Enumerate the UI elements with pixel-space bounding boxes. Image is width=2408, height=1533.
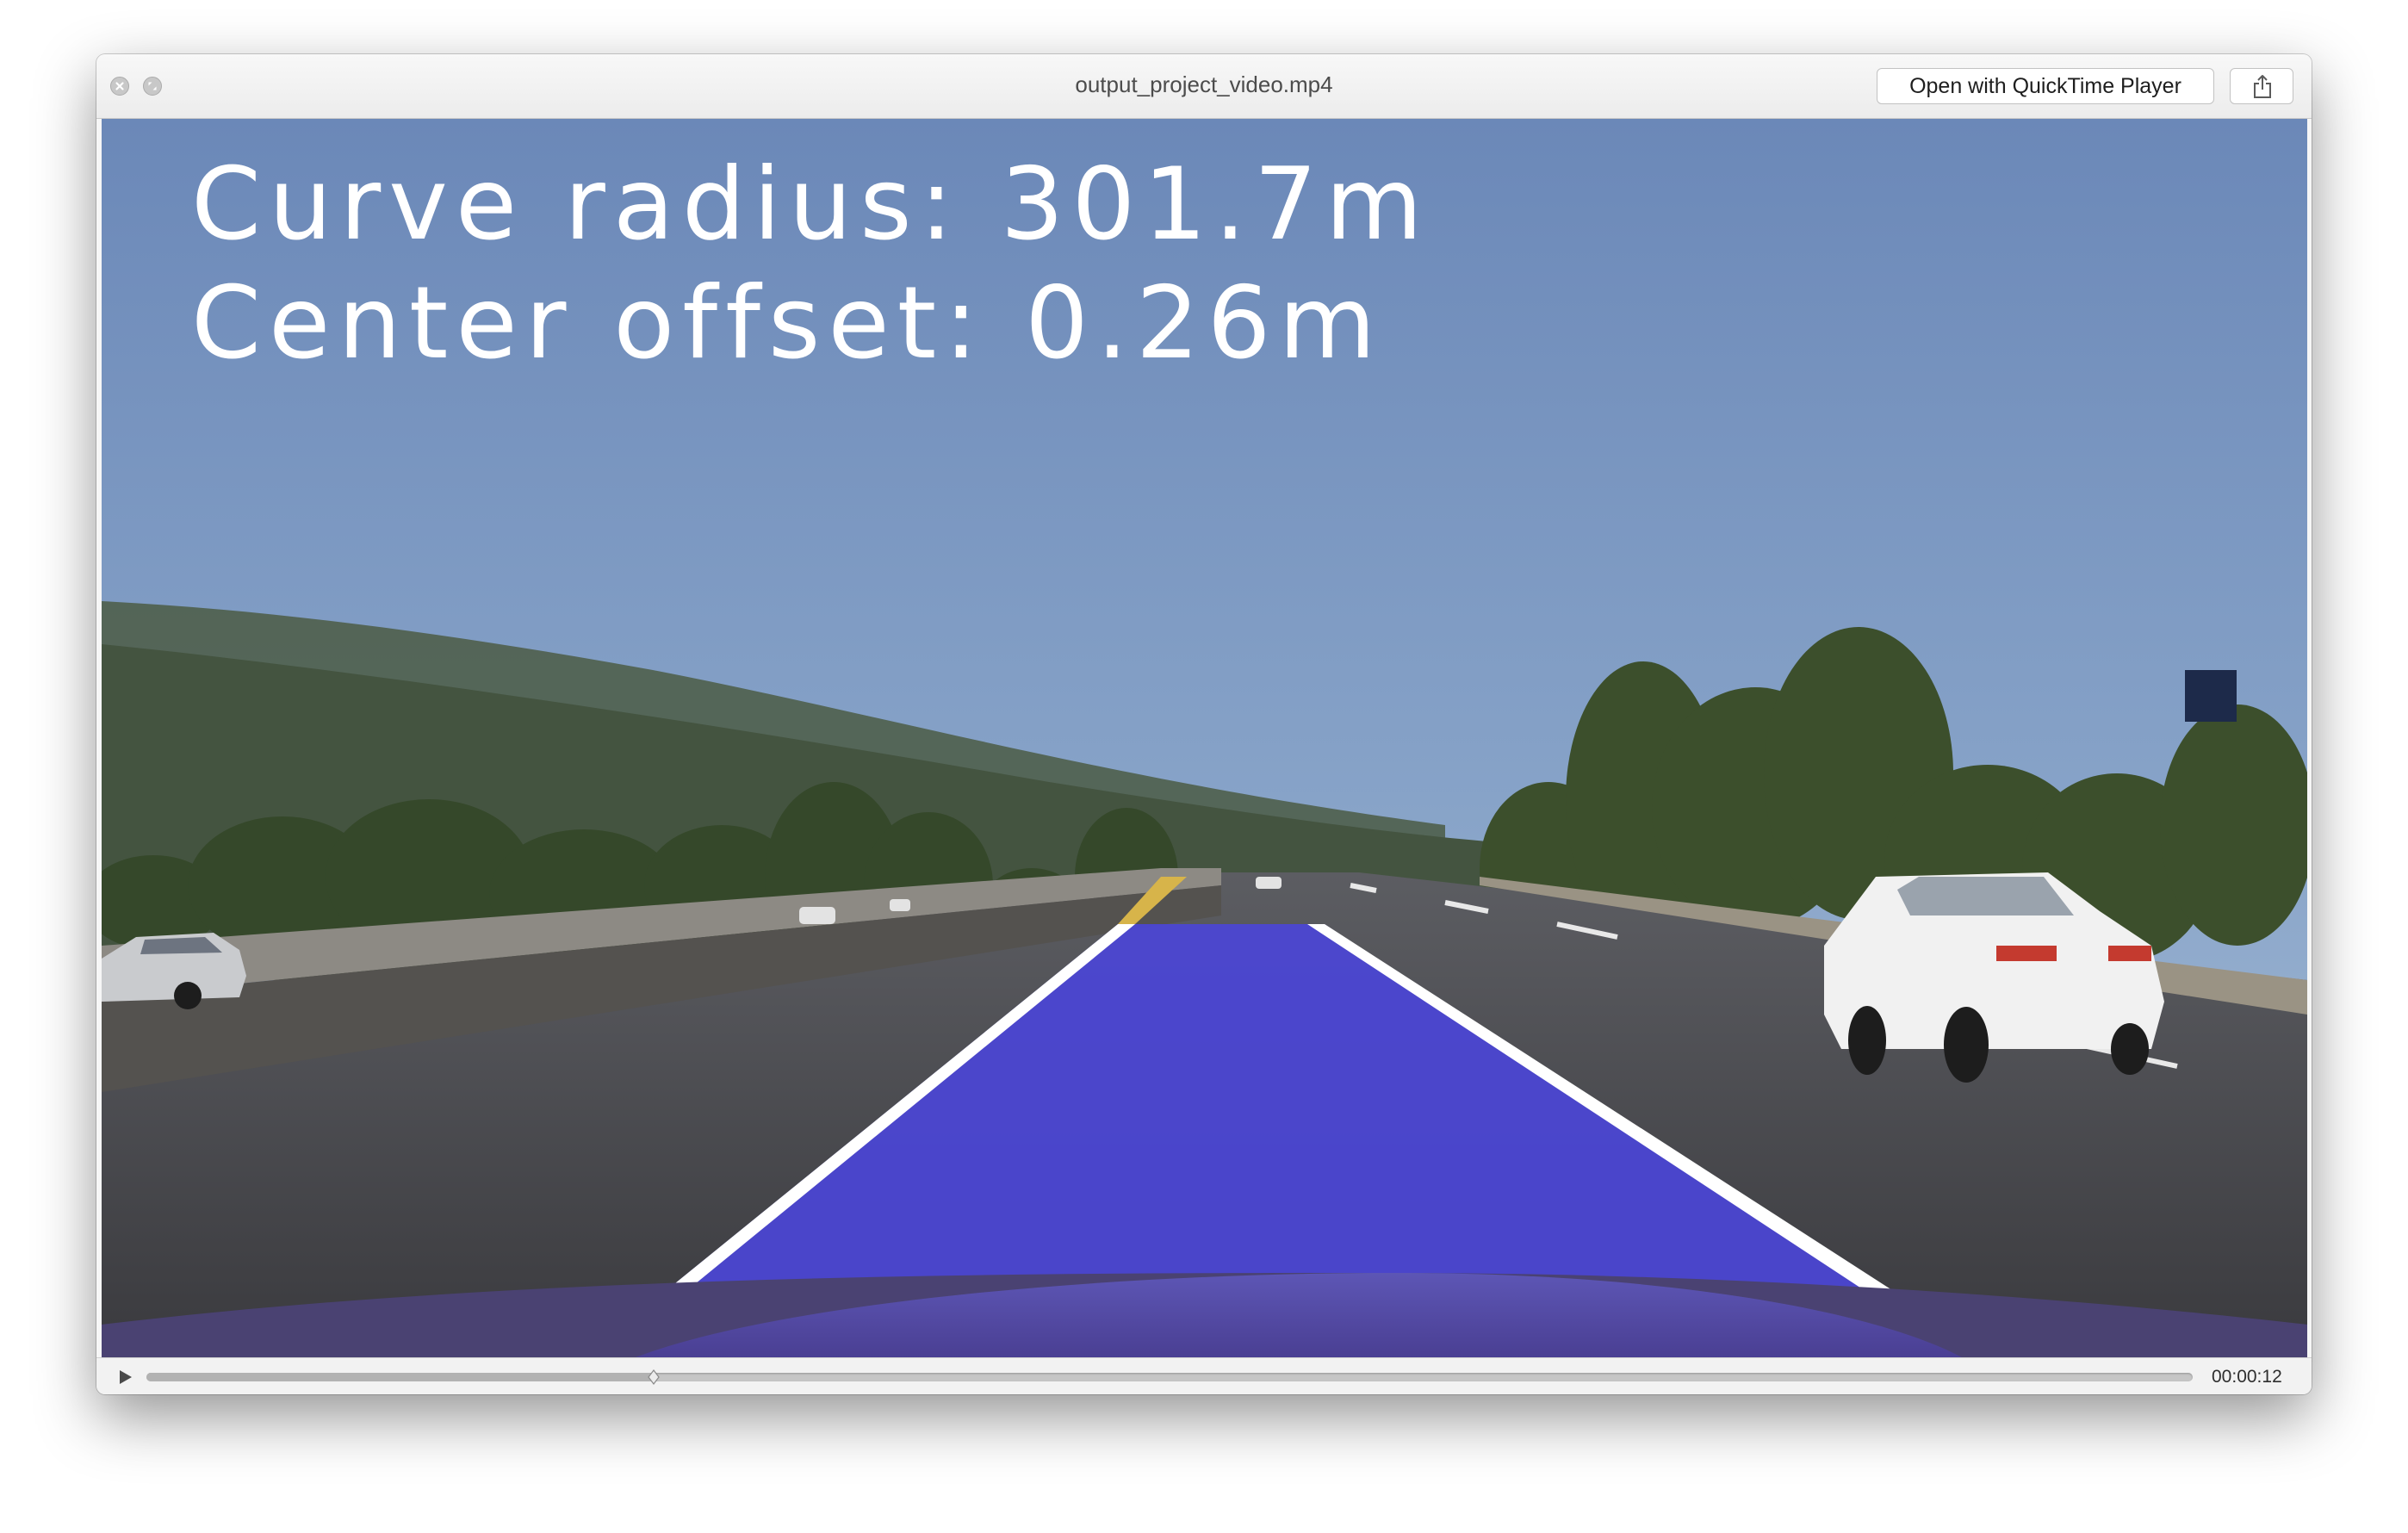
scrubber-progress [146, 1373, 655, 1381]
open-with-quicktime-button[interactable]: Open with QuickTime Player [1877, 68, 2214, 104]
title-bar: output_project_video.mp4 Open with Quick… [96, 54, 2312, 119]
timecode: 00:00:12 [2212, 1367, 2282, 1387]
scrubber-thumb[interactable] [648, 1369, 660, 1385]
share-icon [2254, 75, 2271, 98]
center-offset-readout: Center offset: 0.26m [191, 265, 1384, 382]
video-frame[interactable]: Curve radius: 301.7m Center offset: 0.26… [102, 119, 2307, 1357]
scrubber-track[interactable] [146, 1369, 2193, 1385]
play-button[interactable] [115, 1367, 136, 1387]
play-icon [120, 1370, 132, 1384]
quicklook-window: output_project_video.mp4 Open with Quick… [96, 54, 2312, 1394]
share-button[interactable] [2230, 68, 2293, 104]
distant-building [2185, 670, 2237, 722]
curve-radius-readout: Curve radius: 301.7m [191, 146, 1431, 263]
playback-controls: 00:00:12 [96, 1357, 2312, 1394]
